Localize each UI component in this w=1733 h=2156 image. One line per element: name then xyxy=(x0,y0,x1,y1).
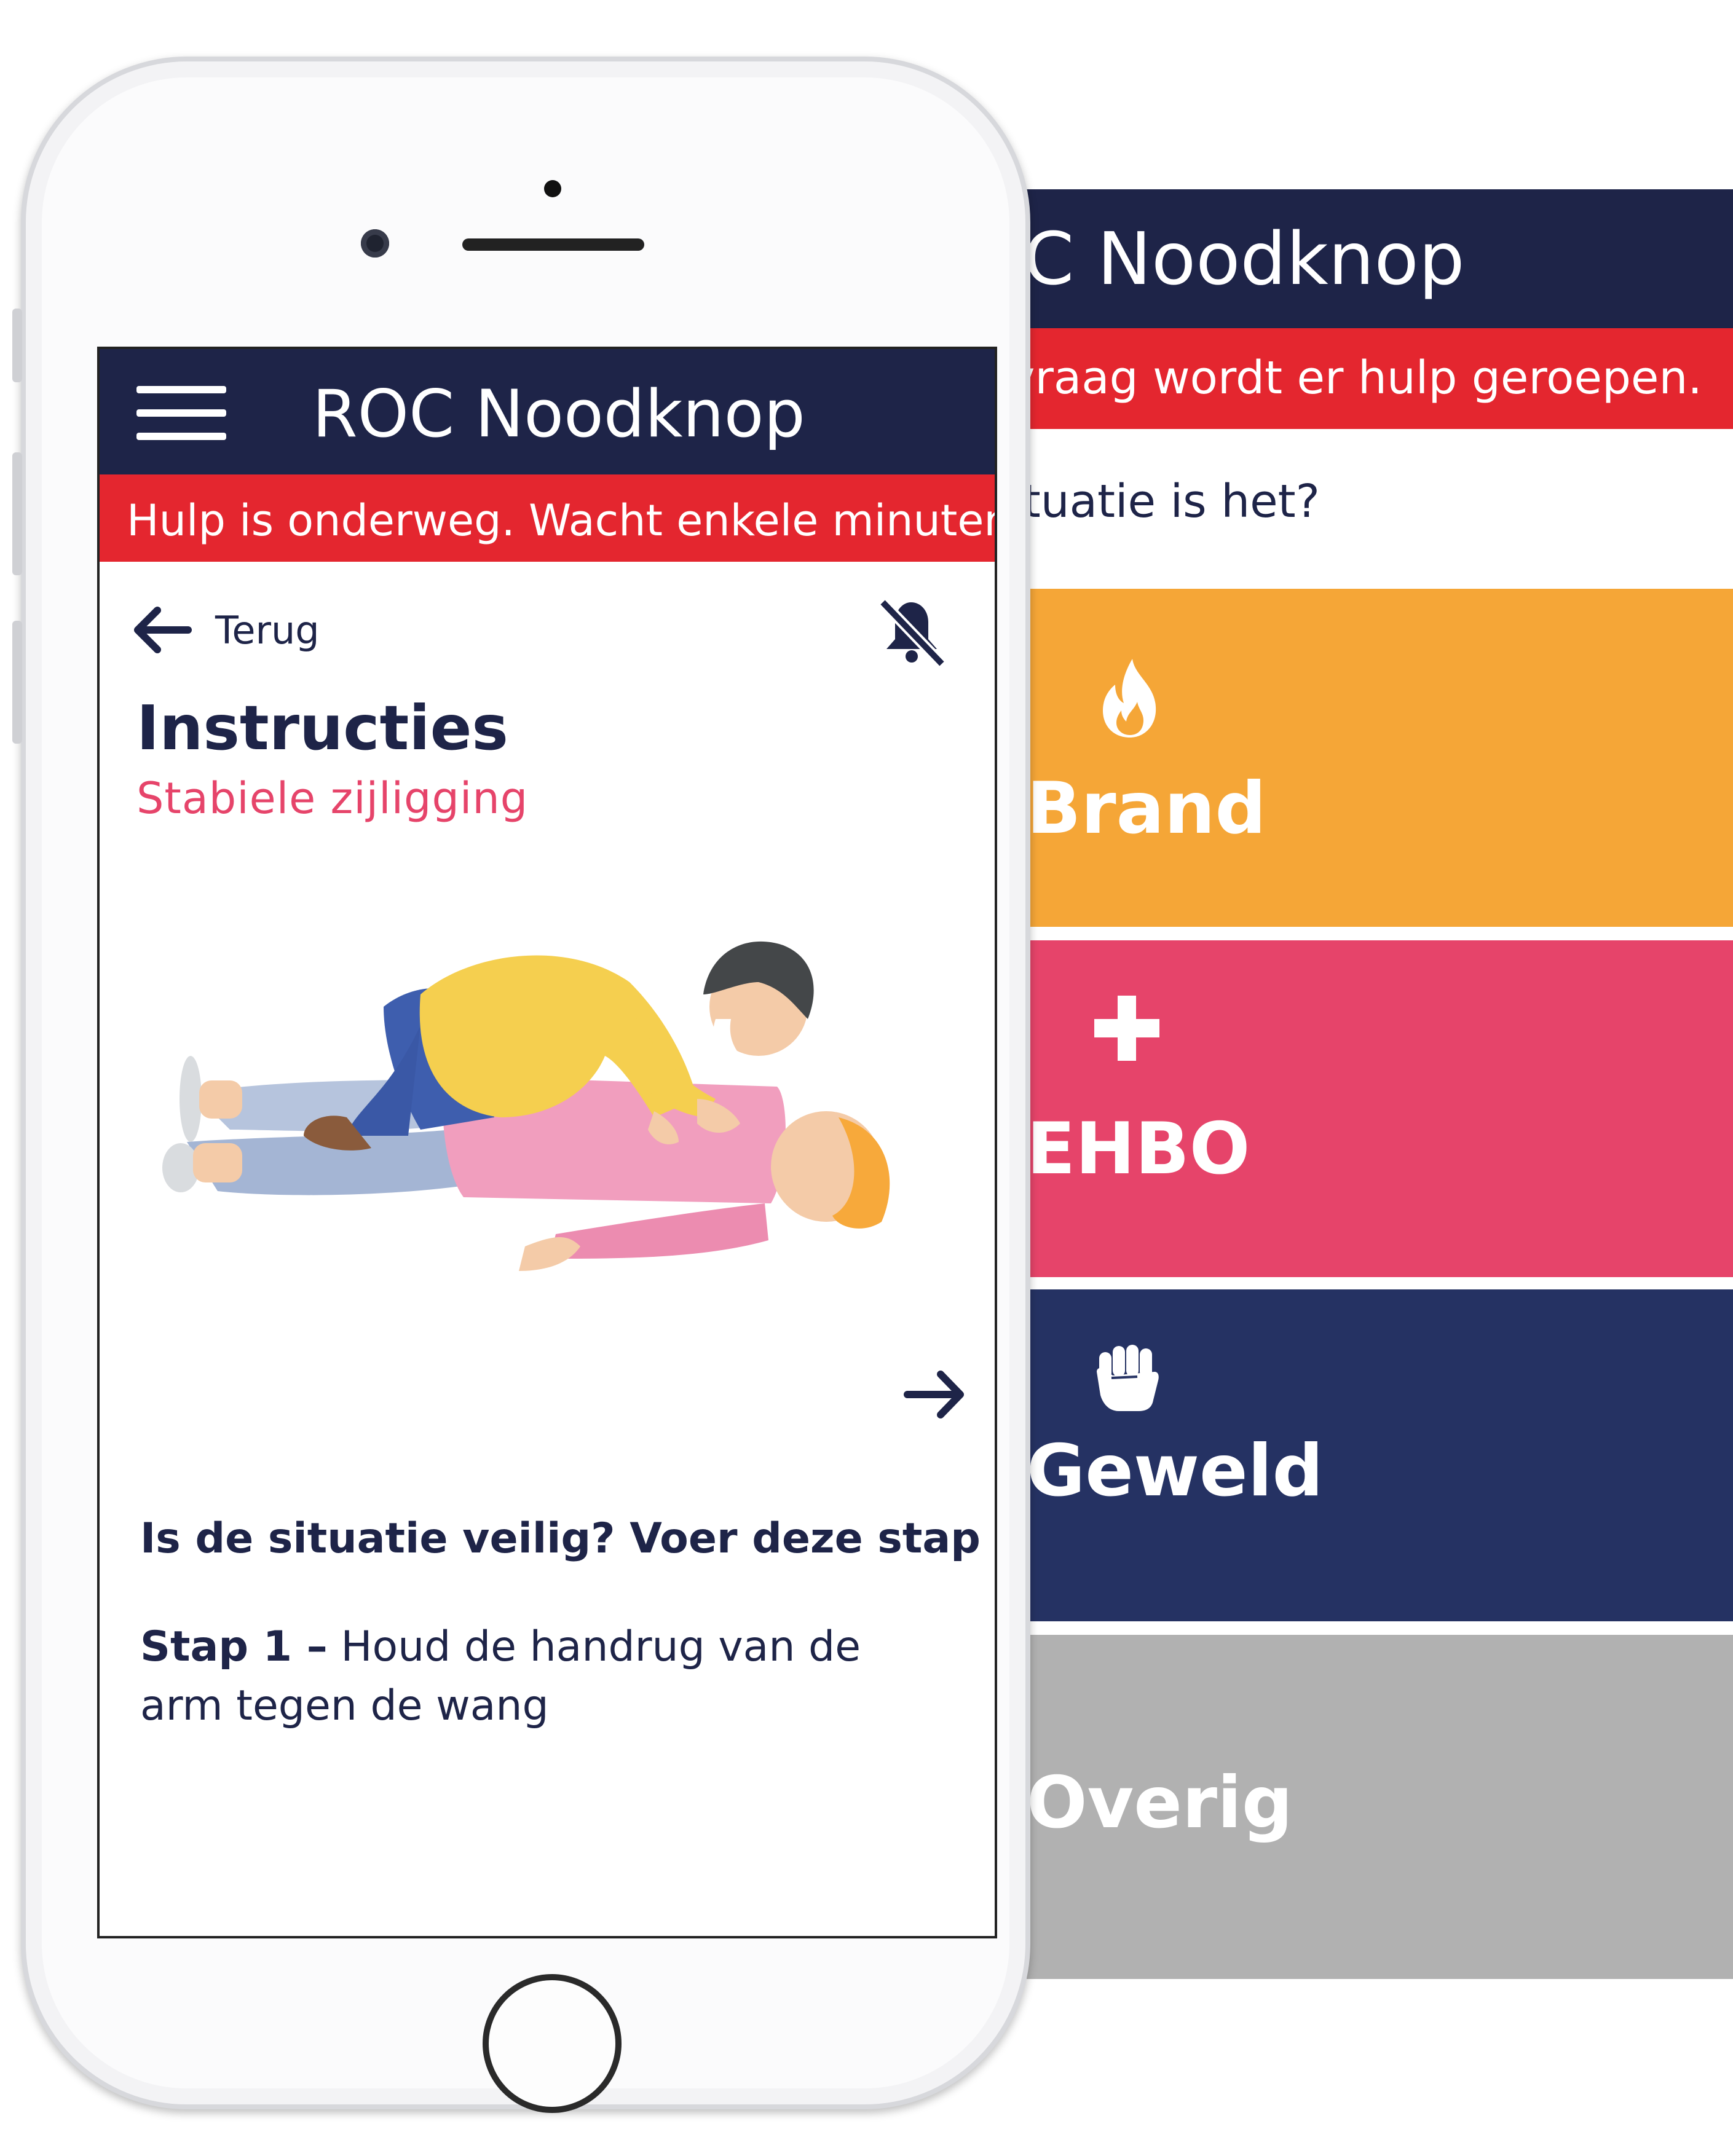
arrow-right-icon[interactable] xyxy=(900,1361,968,1428)
background-app-screen: ROC Noodknop Op uw vraag wordt er hulp g… xyxy=(1027,189,1733,1979)
category-button-overig[interactable]: Overig xyxy=(1027,1635,1733,1979)
category-label: EHBO xyxy=(1027,1108,1250,1190)
recovery-position-illustration xyxy=(162,941,890,1271)
category-button-ehbo[interactable]: EHBO xyxy=(1027,940,1733,1277)
proximity-sensor xyxy=(544,180,561,197)
alert-banner: Op uw vraag wordt er hulp geroepen. xyxy=(1027,328,1733,429)
app-header: ROC Noodknop xyxy=(100,349,995,474)
back-button[interactable]: Terug xyxy=(132,596,320,664)
arrow-left-icon xyxy=(134,607,192,653)
page-title: Instructies xyxy=(136,692,508,764)
instruction-screen: ROC Noodknop Hulp is onderweg. Wacht enk… xyxy=(97,347,997,1938)
home-button[interactable] xyxy=(483,1974,622,2113)
category-label: Brand xyxy=(1027,767,1266,850)
earpiece-speaker xyxy=(462,238,644,251)
page-subtitle: Stabiele zijligging xyxy=(136,773,529,824)
volume-down-button xyxy=(12,621,22,744)
situation-question: Wat voor situatie is het? xyxy=(1027,475,1320,528)
safety-question: Is de situatie veilig? Voer deze stap ui… xyxy=(140,1514,997,1563)
flame-icon xyxy=(1103,659,1156,738)
fist-icon xyxy=(1097,1345,1159,1411)
alert-text: Hulp is onderweg. Wacht enkele minuten. xyxy=(127,495,997,546)
mute-switch xyxy=(12,309,22,382)
plus-icon xyxy=(1094,996,1159,1061)
alert-banner: Hulp is onderweg. Wacht enkele minuten. xyxy=(100,474,995,562)
category-label: Geweld xyxy=(1027,1430,1324,1513)
step-label: Stap 1 – xyxy=(140,1623,328,1671)
app-title: ROC Noodknop xyxy=(312,376,805,452)
category-label: Overig xyxy=(1027,1761,1293,1844)
app-title: ROC Noodknop xyxy=(1027,216,1465,301)
menu-icon[interactable] xyxy=(136,386,226,440)
category-button-brand[interactable]: Brand xyxy=(1027,589,1733,927)
alert-text: Op uw vraag wordt er hulp geroepen. xyxy=(1027,352,1702,404)
front-camera xyxy=(361,229,389,258)
instruction-step: Stap 1 – Houd de handrug van de arm tege… xyxy=(140,1618,952,1736)
app-header: ROC Noodknop xyxy=(1027,189,1733,328)
category-button-geweld[interactable]: Geweld xyxy=(1027,1289,1733,1621)
back-label: Terug xyxy=(215,607,320,653)
mute-icon[interactable] xyxy=(875,596,948,669)
volume-up-button xyxy=(12,452,22,575)
